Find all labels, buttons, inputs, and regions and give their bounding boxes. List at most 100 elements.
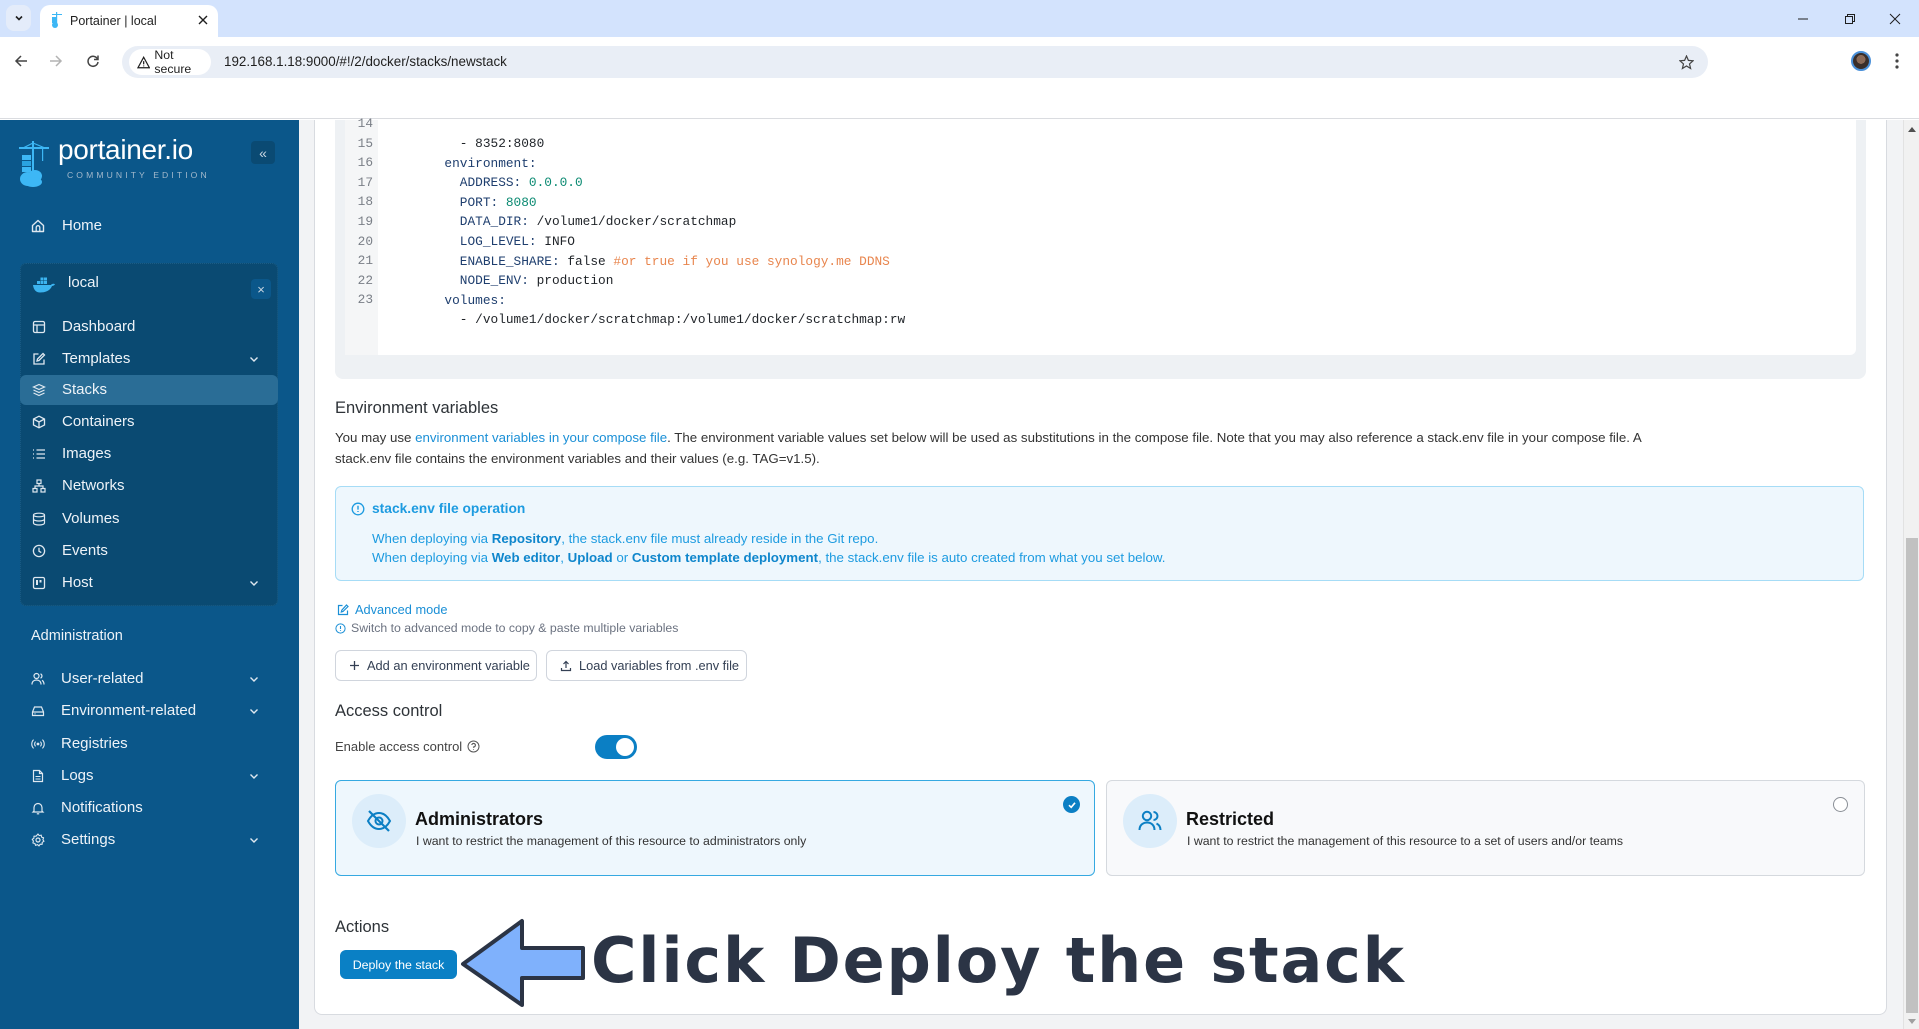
plus-icon: [350, 661, 359, 670]
browser-tab[interactable]: Portainer | local: [40, 5, 218, 37]
close-icon: ×: [257, 281, 265, 297]
sidebar-item-settings[interactable]: Settings: [20, 825, 278, 855]
help-icon[interactable]: [467, 740, 480, 753]
sidebar-item-label: Dashboard: [62, 318, 136, 335]
reload-button[interactable]: [81, 49, 105, 73]
sidebar-item-label: User-related: [61, 670, 144, 687]
sidebar-item-networks[interactable]: Networks: [20, 471, 278, 501]
sidebar-item-host[interactable]: Host: [20, 568, 278, 598]
sidebar-item-user-related[interactable]: User-related: [20, 664, 278, 694]
sidebar-item-logs[interactable]: Logs: [20, 761, 278, 791]
close-window-button[interactable]: [1884, 8, 1906, 30]
label-text: Enable access control: [335, 739, 463, 754]
sidebar-item-label: Stacks: [62, 381, 108, 398]
forward-button[interactable]: [44, 49, 68, 73]
bookmark-button[interactable]: [1674, 50, 1698, 74]
sidebar-item-notifications[interactable]: Notifications: [20, 793, 278, 823]
advanced-mode-label: Advanced mode: [355, 602, 448, 617]
minimize-icon: [1798, 18, 1808, 20]
sidebar-item-label: Registries: [61, 735, 128, 752]
security-label: Not secure: [154, 48, 192, 76]
tab-title: Portainer | local: [70, 14, 157, 28]
host-icon: [32, 576, 46, 590]
code-token: - /volume1/docker/scratchmap:/volume1/do…: [413, 312, 906, 328]
compose-env-vars-link[interactable]: environment variables in your compose fi…: [415, 430, 667, 445]
sidebar-item-stacks[interactable]: Stacks: [20, 375, 278, 405]
sidebar-item-label: Networks: [62, 477, 125, 494]
info-emphasis: Web editor: [491, 550, 561, 565]
sidebar-item-environment-related[interactable]: Environment-related: [20, 696, 278, 726]
arrow-left-icon: [14, 55, 27, 67]
intro-text: You may use: [335, 430, 416, 445]
option-title: Administrators: [415, 809, 544, 829]
logo-subtitle: COMMUNITY EDITION: [67, 170, 210, 180]
code-comment: #or true if you use synology.me DDNS: [613, 253, 890, 269]
code-line: environment:: [383, 134, 536, 171]
access-option-administrators[interactable]: Administrators I want to restrict the ma…: [335, 780, 1095, 876]
unselected-radio[interactable]: [1833, 797, 1848, 812]
selected-check-icon: [1063, 796, 1080, 813]
sidebar-item-dashboard[interactable]: Dashboard: [20, 312, 278, 342]
scroll-down-button[interactable]: [1907, 1016, 1917, 1026]
edit-icon: [337, 603, 349, 615]
more-vertical-icon: [1895, 53, 1899, 69]
profile-avatar[interactable]: [1851, 51, 1871, 71]
info-text: ,: [560, 550, 568, 565]
radio-icon: [31, 737, 45, 751]
chevron-down-icon: [248, 705, 260, 717]
chevron-down-icon: [248, 353, 260, 365]
line-number: 22: [357, 272, 373, 288]
tab-list-button[interactable]: [6, 5, 31, 31]
sidebar-item-templates[interactable]: Templates: [20, 344, 278, 374]
scroll-up-button[interactable]: [1907, 124, 1917, 134]
collapse-sidebar-button[interactable]: «: [251, 141, 275, 164]
portainer-favicon-icon: [52, 12, 62, 28]
docker-icon: [33, 277, 55, 293]
code-token: production: [528, 273, 614, 289]
address-bar[interactable]: Not secure 192.168.1.18:9000/#!/2/docker…: [122, 46, 1708, 78]
page-scrollbar[interactable]: [1903, 120, 1919, 1029]
deploy-stack-button[interactable]: Deploy the stack: [340, 950, 457, 979]
compose-editor[interactable]: - 8352:8080 environment: ADDRESS: 0.0.0.…: [378, 120, 1856, 355]
sidebar-item-home[interactable]: Home: [20, 211, 278, 241]
info-text: , the stack.env file is auto created fro…: [818, 550, 1166, 565]
line-number: 21: [357, 253, 373, 269]
back-button[interactable]: [9, 49, 33, 73]
option-description: I want to restrict the management of thi…: [416, 834, 807, 848]
tab-close-button[interactable]: [194, 11, 212, 29]
load-env-file-button[interactable]: Load variables from .env file: [546, 650, 747, 681]
scrollbar-thumb[interactable]: [1906, 538, 1918, 1013]
env-vars-intro-line: stack.env file contains the environment …: [335, 451, 820, 466]
sidebar-item-events[interactable]: Events: [20, 536, 278, 566]
restore-button[interactable]: [1839, 8, 1861, 30]
sidebar-item-registries[interactable]: Registries: [20, 729, 278, 759]
sidebar-item-volumes[interactable]: Volumes: [20, 504, 278, 534]
advanced-mode-link[interactable]: Advanced mode: [337, 602, 447, 617]
access-control-toggle[interactable]: [595, 735, 637, 759]
env-vars-intro-line: You may use environment variables in you…: [335, 430, 1642, 445]
code-line: DATA_DIR: /volume1/docker/scratchmap: [383, 192, 736, 229]
file-text-icon: [31, 769, 45, 783]
security-chip[interactable]: Not secure: [129, 48, 211, 76]
info-emphasis: Repository: [491, 531, 562, 546]
users-icon: [1123, 794, 1177, 848]
sidebar-item-containers[interactable]: Containers: [20, 407, 278, 437]
close-environment-button[interactable]: ×: [251, 279, 271, 299]
stack-env-info-box: stack.env file operation When deploying …: [335, 486, 1864, 581]
button-label: Add an environment variable: [367, 658, 530, 673]
line-number: 16: [357, 155, 373, 171]
sidebar-item-label: Environment-related: [61, 702, 197, 719]
minimize-button[interactable]: [1792, 8, 1814, 30]
chevron-down-icon: [248, 673, 260, 685]
info-title: stack.env file operation: [372, 501, 526, 516]
info-text: When deploying via: [372, 531, 492, 546]
sidebar-item-images[interactable]: Images: [20, 439, 278, 469]
access-option-restricted[interactable]: Restricted I want to restrict the manage…: [1106, 780, 1865, 876]
editor-gutter: 14 15 16 17 18 19 20 21 22 23: [345, 116, 378, 355]
url-text[interactable]: 192.168.1.18:9000/#!/2/docker/stacks/new…: [224, 54, 507, 69]
gear-icon: [31, 833, 45, 847]
add-environment-variable-button[interactable]: Add an environment variable: [335, 650, 537, 681]
browser-menu-button[interactable]: [1887, 49, 1907, 73]
environment-header[interactable]: local ×: [21, 269, 279, 299]
info-emphasis: Upload: [567, 550, 613, 565]
